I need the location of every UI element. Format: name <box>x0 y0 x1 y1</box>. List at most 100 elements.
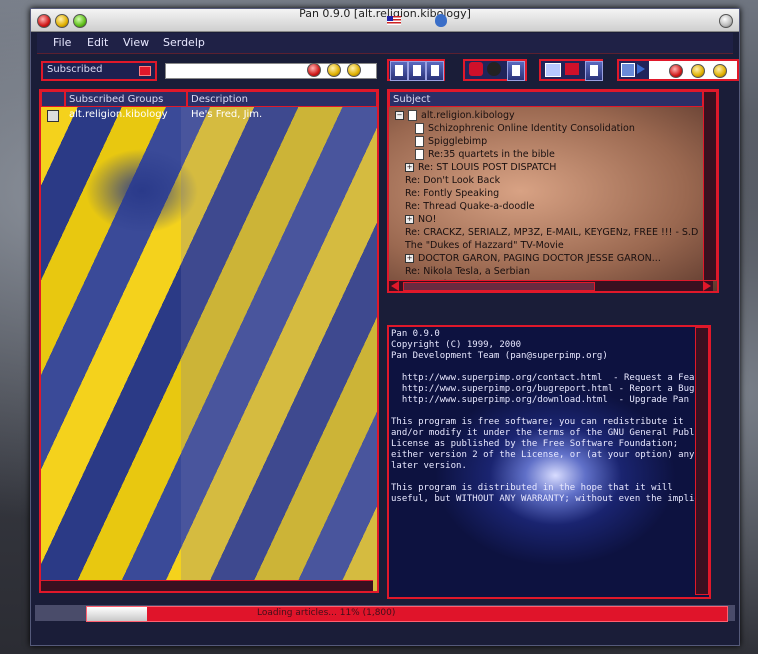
new-article-icon[interactable] <box>390 61 408 81</box>
thread-row[interactable]: Re: CRACKZ, SERIALZ, MP3Z, E-MAIL, KEYGE… <box>405 226 698 239</box>
apple-menu-icon[interactable] <box>435 14 447 27</box>
bomb-icon[interactable] <box>487 62 501 76</box>
toolbar-yellow-button[interactable] <box>691 64 705 78</box>
toolbar-yellow-button-2[interactable] <box>713 64 727 78</box>
body-line: Pan Development Team (pan@superpimp.org) <box>391 351 608 361</box>
body-line: Pan 0.9.0 <box>391 329 440 339</box>
read-article-icon[interactable] <box>408 61 426 81</box>
thread-subject: Re: ST LOUIS POST DISPATCH <box>418 162 557 173</box>
article-body-text: Pan 0.9.0 Copyright (C) 1999, 2000 Pan Dev… <box>391 329 709 509</box>
main-toolbar <box>387 59 739 83</box>
column-header-icon[interactable] <box>41 91 65 107</box>
group-filter-select[interactable]: Subscribed <box>41 61 157 81</box>
expand-icon[interactable]: + <box>405 163 414 172</box>
thread-list: − alt.religion.kibology Schizophrenic Onli… <box>389 109 703 290</box>
article-icon <box>415 136 424 147</box>
column-header-subscribed-groups[interactable]: Subscribed Groups <box>65 91 187 107</box>
thread-row[interactable]: Re:35 quartets in the bible <box>415 148 555 161</box>
save-article-icon[interactable] <box>426 61 444 81</box>
thread-row[interactable]: Spigglebimp <box>415 135 487 148</box>
group-list-pane[interactable]: Subscribed Groups Description alt.religi… <box>39 89 379 593</box>
thread-subject: Schizophrenic Online Identity Consolidat… <box>428 123 635 134</box>
status-text: Loading articles... 11% (1,800) <box>257 608 396 618</box>
thread-row[interactable]: + DOCTOR GARON, PAGING DOCTOR JESSE GARON… <box>405 252 661 265</box>
body-line: and/or modify it under the terms of the … <box>391 428 706 438</box>
group-search-input[interactable] <box>165 63 377 79</box>
body-line: either version 2 of the License, or (at … <box>391 450 695 460</box>
thread-hscrollbar[interactable] <box>389 280 713 291</box>
group-folder-icon <box>408 110 417 121</box>
thread-row[interactable]: Re: Thread Quake-a-doodle <box>405 200 535 213</box>
page-icon[interactable] <box>585 61 603 81</box>
thread-subject: The "Dukes of Hazzard" TV-Movie <box>405 240 564 251</box>
thread-subject: Re: CRACKZ, SERIALZ, MP3Z, E-MAIL, KEYGE… <box>405 227 699 238</box>
thread-row[interactable]: + NO! <box>405 213 436 226</box>
menu-edit[interactable]: Edit <box>87 36 108 49</box>
thread-row[interactable]: Schizophrenic Online Identity Consolidat… <box>415 122 635 135</box>
search-yellow-button-2[interactable] <box>347 63 361 77</box>
expand-icon[interactable]: + <box>405 254 414 263</box>
thread-subject: Re: Thread Quake-a-doodle <box>405 201 535 212</box>
thread-subject: Spigglebimp <box>428 136 488 147</box>
window-widget-button[interactable] <box>719 14 733 28</box>
window-title: Pan 0.9.0 [alt.religion.kibology] <box>299 7 471 20</box>
body-vscrollbar[interactable] <box>695 327 709 595</box>
thread-subject: Re: Don't Look Back <box>405 175 501 186</box>
body-line: later version. <box>391 461 467 471</box>
group-name: alt.religion.kibology <box>69 109 168 120</box>
article-icon <box>415 149 424 160</box>
thread-row[interactable]: Re: Fontly Speaking <box>405 187 499 200</box>
thread-list-pane[interactable]: Subject − alt.religion.kibology Schizophre… <box>387 89 719 293</box>
hscroll-right-arrow-icon[interactable] <box>703 281 711 291</box>
body-line: http://www.superpimp.org/download.html -… <box>391 395 690 405</box>
progress-bar: Loading articles... 11% (1,800) <box>86 606 728 622</box>
hscroll-thumb[interactable] <box>403 282 595 291</box>
pan-window: Pan 0.9.0 [alt.religion.kibology] File E… <box>30 7 740 646</box>
play-icon[interactable] <box>637 64 645 74</box>
flag-red-icon[interactable] <box>565 63 579 75</box>
dropdown-arrow-icon <box>139 66 151 76</box>
body-line: This program is free software; you can r… <box>391 417 684 427</box>
toolbar-red-button[interactable] <box>669 64 683 78</box>
thread-subject: Re: Fontly Speaking <box>405 188 500 199</box>
thread-subject: Re: Nikola Tesla, a Serbian <box>405 266 531 277</box>
expand-icon[interactable]: + <box>405 215 414 224</box>
group-hscrollbar[interactable] <box>41 580 373 591</box>
menu-view[interactable]: View <box>123 36 149 49</box>
body-line: http://www.superpimp.org/bugreport.html … <box>391 384 695 394</box>
newsgroup-icon <box>47 110 59 122</box>
menu-file[interactable]: File <box>53 36 71 49</box>
heart-icon[interactable] <box>469 62 483 76</box>
body-line: This program is distributed in the hope … <box>391 483 673 493</box>
body-line: Copyright (C) 1999, 2000 <box>391 340 522 350</box>
column-header-description[interactable]: Description <box>187 91 377 107</box>
column-header-subject[interactable]: Subject <box>389 91 703 107</box>
thread-row[interactable]: Re: Nikola Tesla, a Serbian <box>405 265 530 278</box>
collapse-icon[interactable]: − <box>395 111 404 120</box>
thread-row[interactable]: − alt.religion.kibology <box>395 109 515 122</box>
body-line: License as published by the Free Softwar… <box>391 439 679 449</box>
thread-row[interactable]: Re: Don't Look Back <box>405 174 500 187</box>
image-icon[interactable] <box>545 63 561 77</box>
article-body-pane[interactable]: Pan 0.9.0 Copyright (C) 1999, 2000 Pan Dev… <box>387 325 711 599</box>
group-filter-label: Subscribed <box>47 64 103 75</box>
thread-row[interactable]: The "Dukes of Hazzard" TV-Movie <box>405 239 564 252</box>
thread-vscrollbar[interactable] <box>703 91 717 281</box>
thread-subject: Re:35 quartets in the bible <box>428 149 555 160</box>
body-line: useful, but WITHOUT ANY WARRANTY; withou… <box>391 494 706 504</box>
article-icon <box>415 123 424 134</box>
group-description: He's Fred, Jim. <box>191 109 263 120</box>
menu-serdelp[interactable]: Serdelp <box>163 36 205 49</box>
menu-bar: File Edit View Serdelp <box>37 33 733 54</box>
thread-row[interactable]: + Re: ST LOUIS POST DISPATCH <box>405 161 556 174</box>
thread-subject: alt.religion.kibology <box>421 110 515 121</box>
table-row[interactable]: alt.religion.kibology He's Fred, Jim. <box>41 109 377 123</box>
title-bar[interactable]: Pan 0.9.0 [alt.religion.kibology] <box>31 7 739 32</box>
search-clear-red-button[interactable] <box>307 63 321 77</box>
search-yellow-button[interactable] <box>327 63 341 77</box>
disk-icon[interactable] <box>621 63 635 77</box>
doc-icon[interactable] <box>507 61 525 81</box>
thread-subject: NO! <box>418 214 437 225</box>
hscroll-left-arrow-icon[interactable] <box>391 281 399 291</box>
flag-icon <box>387 16 401 25</box>
